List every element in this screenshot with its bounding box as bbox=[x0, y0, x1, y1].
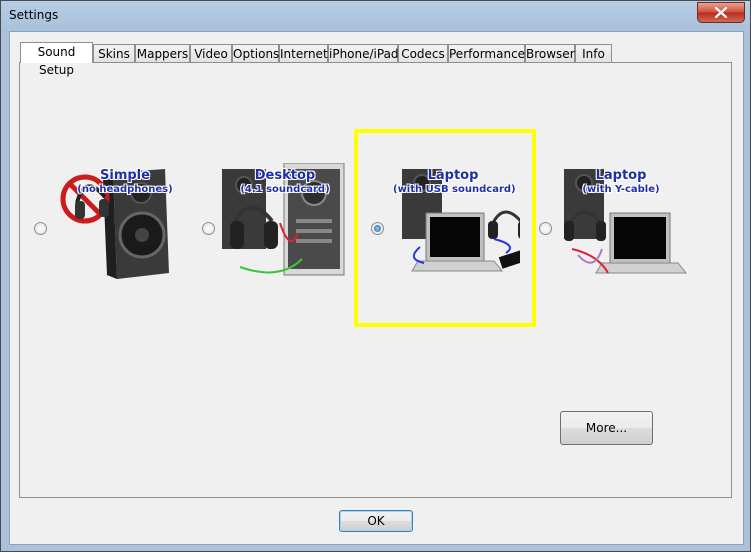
tab-video[interactable]: Video bbox=[190, 44, 232, 62]
tab-performances[interactable]: Performances bbox=[448, 44, 531, 62]
option-laptop-usb-title: Laptop bbox=[427, 168, 479, 183]
radio-simple[interactable] bbox=[34, 222, 47, 235]
tab-skins[interactable]: Skins bbox=[93, 44, 135, 62]
radio-laptop-usb[interactable] bbox=[371, 222, 384, 235]
dialog-client: Sound Setup Skins Mappers Video Options … bbox=[9, 31, 744, 545]
sound-setup-panel: Simple (no headphones) Desktop (4.1 soun… bbox=[19, 62, 732, 498]
close-button[interactable] bbox=[697, 2, 745, 23]
tab-mappers[interactable]: Mappers bbox=[135, 44, 190, 62]
tab-options[interactable]: Options bbox=[232, 44, 279, 62]
tab-browser[interactable]: Browser bbox=[525, 44, 575, 62]
option-laptop-usb-subtitle: (with USB soundcard) bbox=[393, 184, 516, 195]
option-laptop-ycable-subtitle: (with Y-cable) bbox=[582, 184, 660, 195]
option-simple-title: Simple bbox=[100, 168, 150, 183]
tab-sound-setup[interactable]: Sound Setup bbox=[20, 42, 93, 77]
ok-button[interactable]: OK bbox=[339, 510, 413, 532]
radio-laptop-ycable[interactable] bbox=[539, 222, 552, 235]
close-icon bbox=[715, 7, 727, 18]
tab-internet[interactable]: Internet bbox=[279, 44, 328, 62]
option-laptop-ycable-title: Laptop bbox=[595, 168, 647, 183]
option-desktop-title: Desktop bbox=[254, 168, 316, 183]
more-button[interactable]: More... bbox=[560, 411, 653, 445]
tab-info[interactable]: Info bbox=[575, 44, 612, 62]
window-title: Settings bbox=[9, 8, 59, 22]
title-bar[interactable]: Settings bbox=[1, 1, 750, 31]
option-simple-subtitle: (no headphones) bbox=[77, 184, 173, 195]
radio-desktop[interactable] bbox=[202, 222, 215, 235]
settings-window: Settings Sound Setup Skins Mappers Video… bbox=[0, 0, 751, 552]
tab-iphone-ipad[interactable]: iPhone/iPad bbox=[328, 44, 399, 62]
tab-codecs[interactable]: Codecs bbox=[398, 44, 448, 62]
option-desktop-subtitle: (4.1 soundcard) bbox=[240, 184, 330, 195]
